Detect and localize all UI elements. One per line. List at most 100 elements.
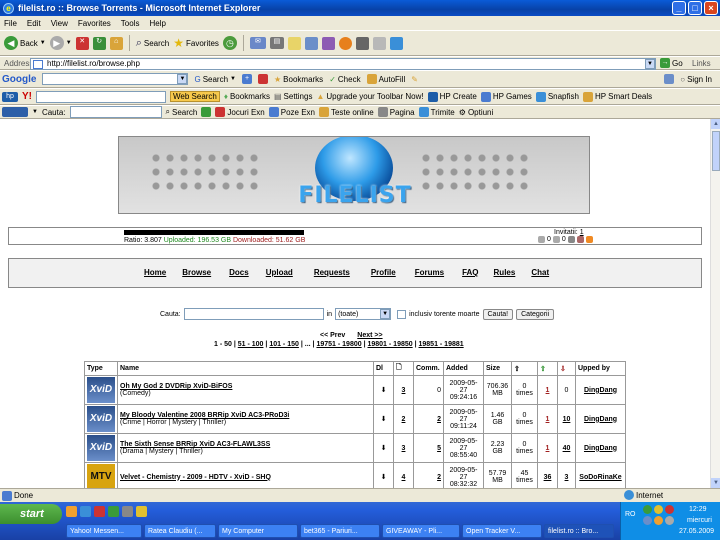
start-button[interactable]: start bbox=[0, 504, 62, 524]
col-comments[interactable]: Comm. bbox=[413, 361, 444, 376]
wrench-icon[interactable] bbox=[664, 74, 675, 84]
leechers-count[interactable]: 40 bbox=[557, 433, 576, 463]
category-xvid-icon[interactable]: XviD bbox=[87, 435, 115, 461]
quick-launch-icon[interactable] bbox=[66, 506, 77, 517]
scroll-up-icon[interactable]: ▲ bbox=[711, 119, 720, 129]
category-select[interactable]: (toate) ▼ bbox=[335, 308, 392, 320]
pencil-icon[interactable]: ✎ bbox=[411, 75, 418, 84]
page-link[interactable]: 101 - 150 bbox=[269, 341, 299, 348]
teste-button[interactable]: Teste online bbox=[318, 107, 374, 117]
search-button[interactable]: ⌕ Search bbox=[136, 37, 170, 50]
hp-bookmarks-button[interactable]: ♦ Bookmarks bbox=[224, 92, 270, 101]
category-mtv-icon[interactable]: MTV bbox=[87, 464, 115, 488]
quick-launch-icon[interactable] bbox=[80, 506, 91, 517]
nav-requests[interactable]: Requests bbox=[314, 268, 350, 277]
search-input[interactable] bbox=[183, 308, 324, 320]
tray-icon[interactable] bbox=[654, 505, 663, 514]
bluetooth-icon[interactable] bbox=[389, 36, 403, 50]
sign-in-button[interactable]: ○ Sign In bbox=[680, 75, 712, 84]
torrent-name-link[interactable]: My Bloody Valentine 2008 BRRip XviD AC3-… bbox=[120, 412, 371, 419]
torrent-name-link[interactable]: Velvet - Chemistry - 2009 - HDTV - XviD … bbox=[120, 474, 371, 481]
col-size[interactable]: Size bbox=[483, 361, 512, 376]
media-icon[interactable] bbox=[338, 36, 352, 50]
exn-logo-icon[interactable] bbox=[2, 107, 28, 117]
bookmarks-icon[interactable] bbox=[576, 236, 584, 243]
page-link[interactable]: 19751 - 19800 bbox=[316, 341, 361, 348]
cart-icon[interactable] bbox=[201, 107, 212, 117]
download-icon[interactable]: ⬇ bbox=[381, 445, 387, 452]
snapfish-button[interactable]: Snapfish bbox=[535, 91, 579, 102]
dead-torrents-checkbox[interactable] bbox=[397, 309, 407, 319]
poze-button[interactable]: Poze Exn bbox=[268, 107, 315, 117]
hp-logo-icon[interactable]: hp bbox=[2, 91, 18, 102]
messenger-icon[interactable] bbox=[321, 36, 335, 50]
torrent-name-link[interactable]: Oh My God 2 DVDRip XviD-BiFOS bbox=[120, 383, 371, 390]
hp-games-button[interactable]: HP Games bbox=[480, 91, 532, 102]
prev-link[interactable]: << Prev bbox=[320, 332, 345, 339]
download-icon[interactable]: ⬇ bbox=[381, 416, 387, 423]
nav-forums[interactable]: Forums bbox=[415, 268, 444, 277]
inbox-icon[interactable] bbox=[538, 236, 545, 243]
trimite-button[interactable]: Trimite bbox=[418, 107, 455, 117]
plus-icon[interactable]: + bbox=[242, 74, 252, 84]
files-count[interactable]: 3 bbox=[393, 375, 414, 405]
google-search-input[interactable]: ▼ bbox=[42, 73, 189, 85]
refresh-icon[interactable]: ↻ bbox=[92, 36, 106, 50]
forward-button[interactable]: ▶ ▼ bbox=[49, 36, 72, 50]
leechers-count[interactable]: 10 bbox=[557, 404, 576, 434]
scroll-down-icon[interactable]: ▼ bbox=[711, 478, 720, 488]
comments-count[interactable]: 2 bbox=[413, 462, 444, 488]
tray-icon[interactable] bbox=[665, 505, 674, 514]
web-search-button[interactable]: Web Search bbox=[170, 91, 220, 102]
print-icon[interactable]: ▤ bbox=[269, 37, 284, 49]
col-upped-by[interactable]: Upped by bbox=[575, 361, 626, 376]
quick-launch-icon[interactable] bbox=[122, 506, 133, 517]
go-button[interactable]: → Go bbox=[660, 58, 683, 68]
page-link[interactable]: 51 - 100 bbox=[238, 341, 264, 348]
quick-launch-icon[interactable] bbox=[108, 506, 119, 517]
stop-icon[interactable]: ✕ bbox=[75, 36, 89, 50]
tray-icon[interactable] bbox=[654, 516, 663, 525]
col-name[interactable]: Name bbox=[117, 361, 374, 376]
col-added[interactable]: Added bbox=[443, 361, 484, 376]
quick-launch-icon[interactable] bbox=[136, 506, 147, 517]
pagina-button[interactable]: Pagina bbox=[377, 107, 415, 117]
yahoo-search-input[interactable] bbox=[36, 90, 166, 103]
col-snatched[interactable]: ⇧ bbox=[511, 361, 538, 376]
comments-count[interactable]: 5 bbox=[413, 433, 444, 463]
edit-icon[interactable] bbox=[287, 36, 301, 50]
google-search-button[interactable]: G Search ▼ bbox=[194, 75, 236, 84]
cauta-toolbar-input[interactable] bbox=[69, 106, 162, 118]
favorites-button[interactable]: ★ Favorites bbox=[173, 36, 219, 50]
task-chat-window[interactable]: Ratea Claudiu (... bbox=[144, 524, 216, 538]
site-logo[interactable]: FILELIST bbox=[295, 183, 415, 208]
nav-upload[interactable]: Upload bbox=[266, 268, 293, 277]
download-icon[interactable]: ⬇ bbox=[381, 387, 387, 394]
task-giveaway[interactable]: GIVEAWAY - Pli... bbox=[382, 524, 460, 538]
col-type[interactable]: Type bbox=[84, 361, 118, 376]
address-dropdown-icon[interactable]: ▼ bbox=[645, 59, 655, 69]
nav-rules[interactable]: Rules bbox=[494, 268, 516, 277]
sent-icon[interactable] bbox=[552, 236, 560, 243]
links-button[interactable]: Links bbox=[692, 59, 711, 68]
task-bet365[interactable]: bet365 - Pariuri... bbox=[300, 524, 380, 538]
menu-view[interactable]: View bbox=[51, 19, 68, 28]
comments-count[interactable]: 2 bbox=[413, 404, 444, 434]
category-xvid-icon[interactable]: XviD bbox=[87, 406, 115, 432]
task-my-computer[interactable]: My Computer bbox=[218, 524, 298, 538]
col-leechers[interactable]: ⇩ bbox=[557, 361, 576, 376]
settings-button[interactable]: ▤ Settings bbox=[274, 92, 312, 101]
vertical-scrollbar[interactable]: ▲ ▼ bbox=[710, 119, 720, 488]
files-count[interactable]: 3 bbox=[393, 433, 414, 463]
jocuri-button[interactable]: Jocuri Exn bbox=[215, 107, 265, 117]
seeders-count[interactable]: 36 bbox=[537, 462, 558, 488]
yahoo-logo-icon[interactable]: Y! bbox=[22, 91, 32, 102]
leechers-count[interactable]: 3 bbox=[557, 462, 576, 488]
task-filelist[interactable]: filelist.ro :: Bro... bbox=[544, 524, 614, 538]
seeders-count[interactable]: 1 bbox=[537, 375, 558, 405]
page-link[interactable]: 19851 - 19881 bbox=[419, 341, 464, 348]
menu-tools[interactable]: Tools bbox=[121, 19, 140, 28]
language-indicator[interactable]: RO bbox=[625, 511, 636, 518]
scroll-thumb[interactable] bbox=[712, 131, 720, 171]
seeders-count[interactable]: 1 bbox=[537, 433, 558, 463]
